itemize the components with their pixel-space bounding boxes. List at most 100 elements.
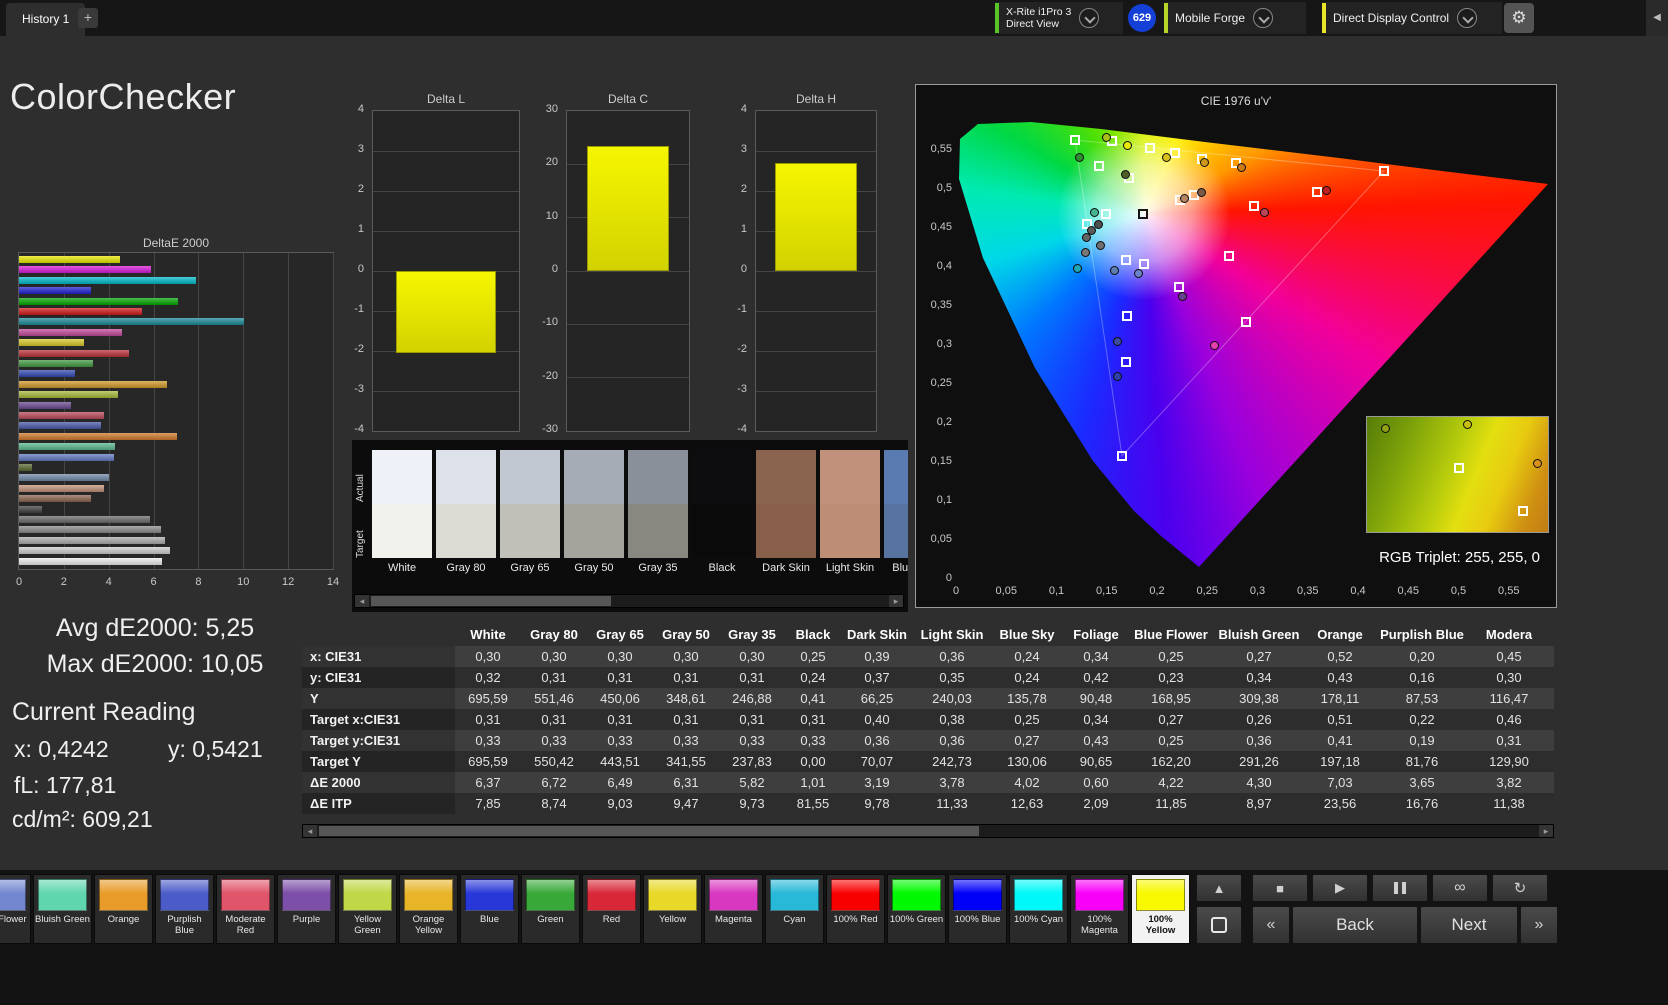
display-control-selector[interactable]: Direct Display Control (1322, 2, 1502, 34)
cie-whitepoint-marker (1138, 209, 1148, 219)
patch-button-100-cyan[interactable]: 100% Cyan (1009, 874, 1068, 944)
patch-button-red[interactable]: Red (582, 874, 641, 944)
y-tick-label: -2 (334, 343, 364, 355)
patch-button-magenta[interactable]: Magenta (704, 874, 763, 944)
patch-button-blue[interactable]: Blue (460, 874, 519, 944)
back-button[interactable]: Back (1292, 906, 1418, 944)
y-tick-label: 0 (524, 263, 558, 275)
swatch-item[interactable]: Blue Sky (884, 450, 908, 590)
refresh-button[interactable]: ↻ (1492, 874, 1548, 902)
scroll-left-icon[interactable]: ◂ (303, 825, 317, 837)
cie-measurement-marker (1096, 241, 1105, 250)
swatch-item[interactable]: Gray 65 (500, 450, 560, 590)
patch-button-green[interactable]: Green (521, 874, 580, 944)
history-tab[interactable]: History 1 (6, 3, 85, 36)
actual-swatch (628, 450, 688, 504)
patch-button-100-blue[interactable]: 100% Blue (948, 874, 1007, 944)
delta-h-plot (755, 110, 877, 432)
patch-button-cyan[interactable]: Cyan (765, 874, 824, 944)
swatch-item[interactable]: White (372, 450, 432, 590)
cie-zoom-inset[interactable] (1366, 416, 1549, 533)
chevron-down-icon[interactable] (1457, 8, 1477, 28)
patch-button-orange-yellow[interactable]: Orange Yellow (399, 874, 458, 944)
swatch-item[interactable]: Gray 50 (564, 450, 624, 590)
patch-button-100-magenta[interactable]: 100% Magenta (1070, 874, 1129, 944)
table-cell: 0,20 (1375, 646, 1469, 667)
meter-selector[interactable]: X-Rite i1Pro 3 Direct View (995, 2, 1123, 34)
table-cell: 0,31 (521, 667, 587, 688)
table-cell: 8,97 (1213, 793, 1305, 814)
next-button[interactable]: Next (1420, 906, 1518, 944)
patch-button-100-yellow[interactable]: 100% Yellow (1131, 874, 1190, 944)
swatch-item[interactable]: Light Skin (820, 450, 880, 590)
de-bar (19, 329, 122, 336)
measurement-count-badge[interactable]: 629 (1128, 4, 1156, 32)
play-button[interactable]: ▶ (1312, 874, 1368, 902)
de-bar (19, 558, 162, 565)
settings-gear-button[interactable]: ⚙ (1504, 3, 1534, 33)
cie-measurement-marker (1260, 208, 1269, 217)
next-arrow-button[interactable]: » (1520, 906, 1558, 944)
patch-button-yellow-green[interactable]: Yellow Green (338, 874, 397, 944)
patch-button-purplish-blue[interactable]: Purplish Blue (155, 874, 214, 944)
de-bar (19, 485, 104, 492)
pause-button[interactable] (1372, 874, 1428, 902)
patch-button-100-red[interactable]: 100% Red (826, 874, 885, 944)
swatch-scrollbar[interactable]: ◂ ▸ (354, 594, 904, 608)
patch-label: Green (523, 915, 578, 926)
y-tick-label: -10 (524, 316, 558, 328)
table-cell: 16,76 (1375, 793, 1469, 814)
patch-color-swatch (648, 879, 697, 911)
scrollbar-thumb[interactable] (371, 596, 611, 606)
scroll-up-button[interactable]: ▲ (1196, 874, 1242, 902)
chevron-down-icon[interactable] (1253, 8, 1273, 28)
table-row: Target Y695,59550,42443,51341,55237,830,… (302, 751, 1554, 772)
scroll-right-icon[interactable]: ▸ (889, 595, 903, 607)
cie-measurement-marker (1123, 141, 1132, 150)
table-cell: 11,85 (1129, 793, 1213, 814)
scrollbar-thumb[interactable] (319, 826, 979, 836)
add-history-button[interactable]: + (78, 8, 98, 28)
table-cell: 348,61 (653, 688, 719, 709)
patch-button-purple[interactable]: Purple (277, 874, 336, 944)
de-bar (19, 318, 244, 325)
patch-button-moderate-red[interactable]: Moderate Red (216, 874, 275, 944)
patch-button-100-green[interactable]: 100% Green (887, 874, 946, 944)
table-cell: 7,85 (455, 793, 521, 814)
chevron-down-icon[interactable] (1079, 8, 1099, 28)
swatch-label: Gray 35 (628, 562, 688, 574)
swatch-item[interactable]: Gray 35 (628, 450, 688, 590)
loop-button[interactable]: ∞ (1432, 874, 1488, 902)
table-row: ΔE 20006,376,726,496,315,821,013,193,784… (302, 772, 1554, 793)
display-window-button[interactable] (1196, 906, 1242, 944)
table-cell: 6,31 (653, 772, 719, 793)
inset-target-marker (1454, 463, 1464, 473)
swatch-item[interactable]: Dark Skin (756, 450, 816, 590)
patch-button-yellow[interactable]: Yellow (643, 874, 702, 944)
scroll-right-icon[interactable]: ▸ (1539, 825, 1553, 837)
table-cell: 0,27 (1129, 709, 1213, 730)
swatch-item[interactable]: Gray 80 (436, 450, 496, 590)
patch-button-bluish-green[interactable]: Bluish Green (33, 874, 92, 944)
table-scrollbar[interactable]: ◂ ▸ (302, 824, 1554, 838)
collapse-panel-button[interactable]: ◀ (1646, 0, 1668, 36)
table-header-cell (302, 624, 455, 646)
patch-color-swatch (1075, 879, 1124, 911)
table-cell: 130,06 (991, 751, 1063, 772)
patch-button-blue-flower[interactable]: Blue Flower (0, 874, 31, 944)
swatch-item[interactable]: Black (692, 450, 752, 590)
source-selector[interactable]: Mobile Forge (1164, 2, 1306, 34)
table-cell: 0,31 (653, 709, 719, 730)
table-cell: 0,16 (1375, 667, 1469, 688)
stop-button[interactable]: ■ (1252, 874, 1308, 902)
table-cell: 6,72 (521, 772, 587, 793)
table-cell: 0,23 (1129, 667, 1213, 688)
patch-button-orange[interactable]: Orange (94, 874, 153, 944)
cie-target-marker (1174, 282, 1184, 292)
scroll-left-icon[interactable]: ◂ (355, 595, 369, 607)
back-arrow-button[interactable]: « (1252, 906, 1290, 944)
table-cell: 0,19 (1375, 730, 1469, 751)
cie-measurement-marker (1200, 158, 1209, 167)
table-cell: 8,74 (521, 793, 587, 814)
table-cell: 90,65 (1063, 751, 1129, 772)
